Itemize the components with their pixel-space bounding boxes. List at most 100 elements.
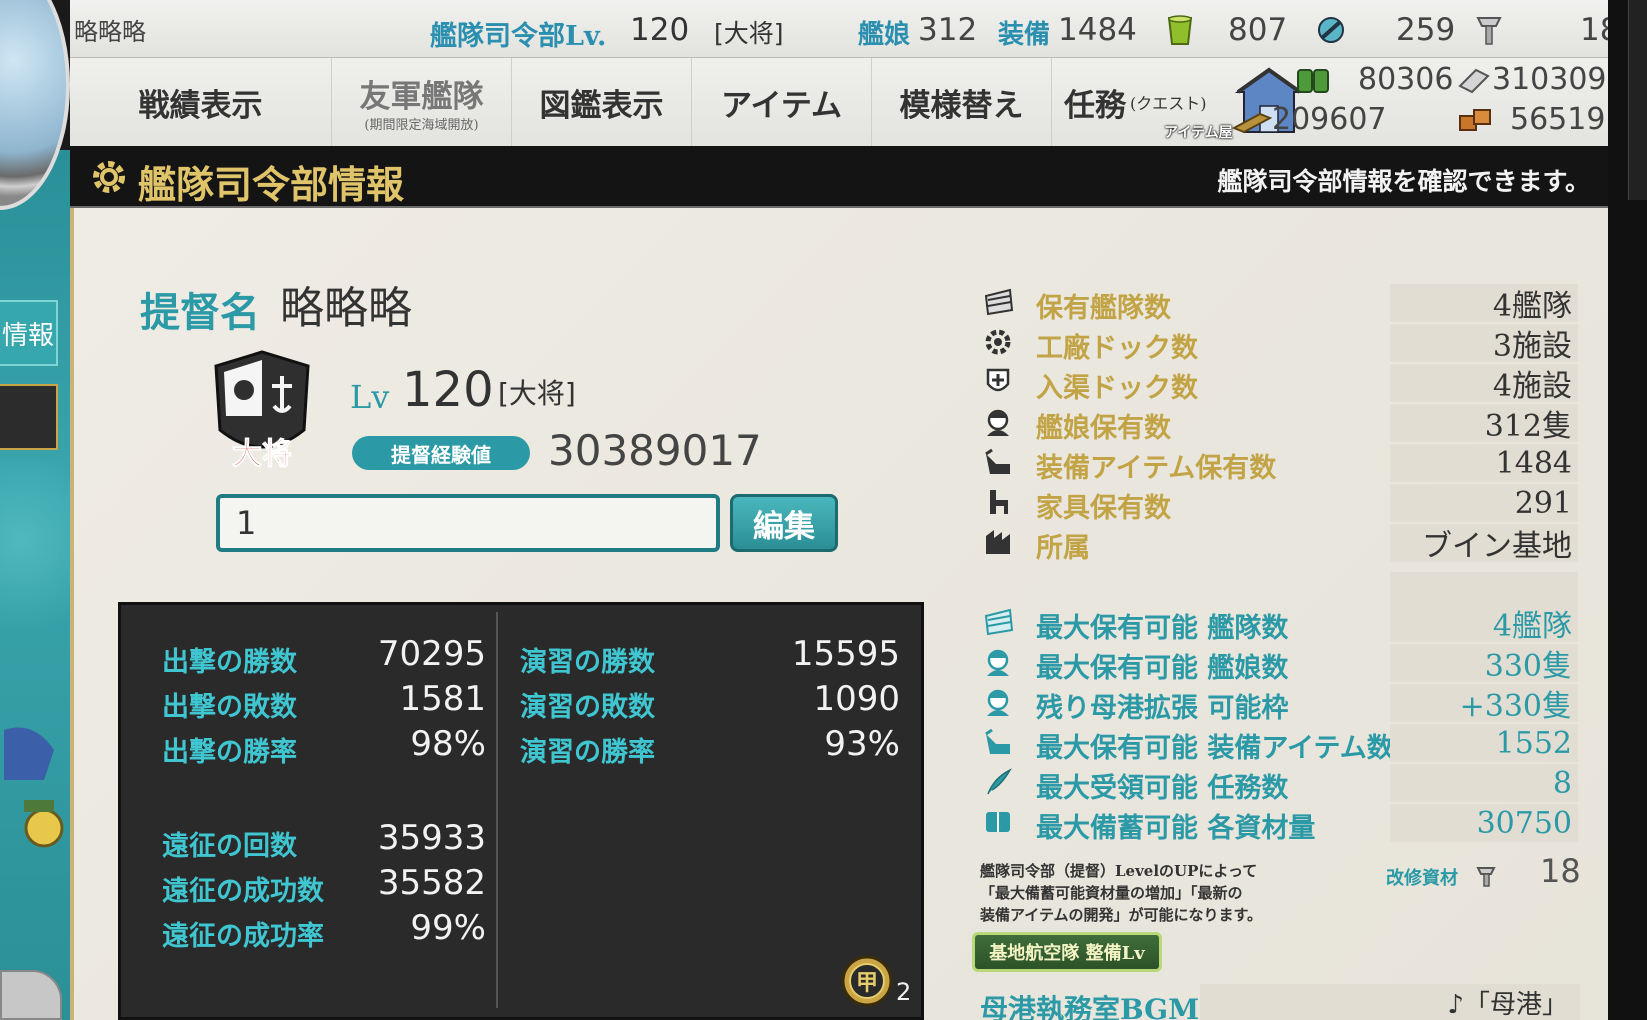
- expedition-rate-label: 遠征の成功率: [162, 921, 324, 952]
- left-panel-decoration: [0, 460, 70, 660]
- info-current-value-box: 4施設: [1390, 364, 1578, 404]
- info-max-value: 30750: [1476, 805, 1572, 841]
- sortie-losses-value: 1581: [399, 679, 486, 719]
- expedition-count-value: 35933: [377, 818, 486, 858]
- info-max-value: 8: [1552, 765, 1572, 801]
- info-current-value: ブイン基地: [1422, 529, 1572, 564]
- info-current-row: 工廠ドック数 3施設: [976, 324, 1580, 364]
- info-max-label: 最大備蓄可能 各資材量: [1036, 813, 1316, 844]
- improvement-material-value: 18: [1540, 852, 1581, 890]
- info-max-value: +330隻: [1459, 689, 1572, 724]
- svg-text:甲: 甲: [856, 970, 878, 996]
- exercise-losses-value: 1090: [813, 679, 900, 719]
- ships-count: 312: [918, 12, 978, 48]
- exp-value: 30389017: [548, 426, 762, 475]
- equip-label: 装備: [998, 20, 1051, 50]
- bauxite-icon: [1459, 109, 1491, 131]
- nav-items[interactable]: アイテム: [692, 58, 872, 146]
- gear-icon: [985, 329, 1011, 355]
- info-max-row: 最大受領可能 任務数 8: [976, 764, 1580, 804]
- info-max-row: 最大保有可能 装備アイテム数 1552: [976, 724, 1580, 764]
- bucket-count: 807: [1228, 12, 1288, 48]
- steel-icon: [1232, 112, 1272, 134]
- section-title-bar: 艦隊司令部情報 艦隊司令部情報を確認できます。: [70, 146, 1610, 208]
- info-current-value: 312隻: [1484, 409, 1572, 444]
- info-max-value-box: 1552: [1390, 724, 1578, 762]
- expedition-success-value: 35582: [377, 863, 486, 903]
- rank-label: [大将]: [498, 377, 576, 410]
- equipment-icon: [985, 728, 1010, 754]
- book-icon: [986, 812, 1010, 832]
- bauxite-count: 56519: [1510, 102, 1606, 137]
- info-spacer-row: [976, 572, 1580, 610]
- steel-count: 209607: [1272, 102, 1387, 137]
- sortie-wins-value: 70295: [377, 634, 486, 674]
- level-value: 120: [402, 362, 494, 418]
- info-max-row: 残り母港拡張 可能枠 +330隻: [976, 684, 1580, 724]
- shipgirl-icon: [987, 409, 1009, 436]
- section-subtitle: 艦隊司令部情報を確認できます。: [1217, 167, 1590, 196]
- nav-furniture[interactable]: 模様替え: [872, 58, 1052, 146]
- bgm-label: 母港執務室BGM: [980, 993, 1200, 1020]
- section-title: 艦隊司令部情報: [138, 162, 405, 207]
- info-current-value-box: 3施設: [1390, 324, 1578, 364]
- shipgirl-icon: [987, 649, 1009, 676]
- info-max-label: 最大保有可能 艦娘数: [1036, 653, 1289, 684]
- left-bottom-button[interactable]: [0, 970, 62, 1020]
- expedition-rate-value: 99%: [410, 908, 486, 948]
- item-shop-label: アイテム屋: [1164, 125, 1233, 141]
- svg-text:大将: 大将: [232, 437, 292, 472]
- bgm-select[interactable]: ♪「母港」: [1200, 984, 1580, 1020]
- top-status-bar: 略略略 艦隊司令部Lv. 120 [大将] 艦娘 312 装備 1484 807…: [70, 0, 1619, 58]
- level-up-note: 艦隊司令部（提督）LevelのUPによって 「最大備蓄可能資材量の増加」「最新の…: [980, 862, 1263, 924]
- fleet-icon: [984, 288, 1014, 316]
- exercise-wins-label: 演習の勝数: [520, 647, 655, 678]
- nav-record[interactable]: 戦績表示: [70, 58, 332, 146]
- equipment-icon: [985, 448, 1010, 474]
- furniture-icon: [990, 490, 1008, 514]
- info-max-value: 1552: [1495, 725, 1572, 761]
- info-current-row: 艦娘保有数 312隻: [976, 404, 1580, 444]
- info-max-label: 最大保有可能 艦隊数: [1036, 613, 1289, 644]
- scrollbar[interactable]: [1628, 0, 1647, 200]
- base-icon: [986, 530, 1010, 554]
- exercise-rate-value: 93%: [824, 724, 900, 764]
- gear-icon: [93, 161, 125, 193]
- info-max-label: 最大保有可能 装備アイテム数: [1036, 733, 1394, 764]
- comment-input[interactable]: [216, 494, 720, 552]
- improvement-screw-icon: [1476, 17, 1502, 45]
- chibi-character-icon: [4, 727, 64, 848]
- info-current-label: 工廠ドック数: [1036, 333, 1198, 364]
- fuel-icon: [1297, 69, 1329, 93]
- shipgirl-icon: [987, 689, 1009, 716]
- base-air-maintenance-button[interactable]: 基地航空隊 整備Lv: [972, 932, 1162, 972]
- left-tab-dark[interactable]: [0, 384, 58, 450]
- info-current-label: 保有艦隊数: [1036, 293, 1171, 324]
- info-max-value-box: 30750: [1390, 804, 1578, 842]
- nav-encyclopedia[interactable]: 図鑑表示: [512, 58, 692, 146]
- repair-icon: [986, 368, 1010, 392]
- medal-icon: 甲: [841, 955, 893, 1007]
- admiral-name-label: 提督名: [140, 289, 260, 336]
- exercise-losses-label: 演習の敗数: [520, 692, 655, 723]
- info-current-value-box: 4艦隊: [1390, 284, 1578, 324]
- hq-rank: [大将]: [714, 19, 784, 48]
- info-current-row: 所属 ブイン基地: [976, 524, 1580, 564]
- fleet-icon: [984, 608, 1014, 636]
- nav-friend-fleet[interactable]: 友軍艦隊 (期間限定海域開放): [332, 58, 512, 146]
- exp-badge: 提督経験値: [352, 436, 530, 470]
- edit-button[interactable]: 編集: [730, 494, 838, 552]
- info-current-row: 保有艦隊数 4艦隊: [976, 284, 1580, 324]
- info-current-value: 1484: [1495, 445, 1572, 481]
- ammo-count: 310309: [1492, 62, 1607, 97]
- ammo-icon: [1458, 68, 1490, 94]
- left-tab-info[interactable]: 情報: [0, 300, 58, 366]
- info-current-value-box: 291: [1390, 484, 1578, 522]
- exercise-wins-value: 15595: [791, 634, 900, 674]
- equip-count: 1484: [1058, 12, 1137, 48]
- rank-emblem-icon: 大将: [214, 350, 310, 473]
- info-max-row: 最大備蓄可能 各資材量 30750: [976, 804, 1580, 844]
- info-current-label: 艦娘保有数: [1036, 413, 1171, 444]
- stats-divider: [496, 612, 498, 1008]
- info-current-value-box: 312隻: [1390, 404, 1578, 444]
